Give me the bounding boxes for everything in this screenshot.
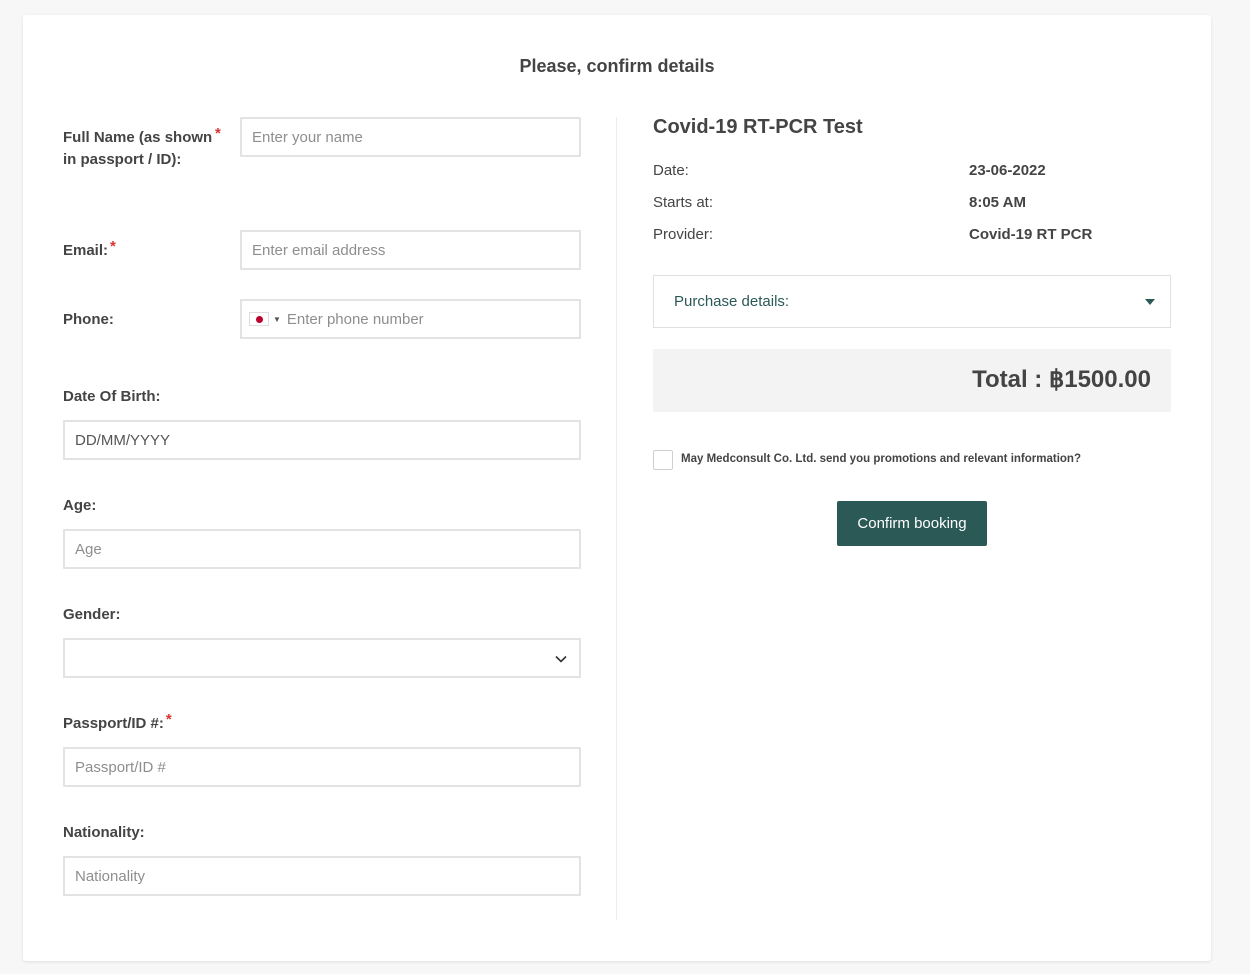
passport-input[interactable] [63, 747, 581, 787]
full-name-input[interactable] [240, 117, 581, 157]
email-required-mark: * [110, 238, 116, 255]
chevron-down-icon [555, 655, 567, 663]
gender-label: Gender: [63, 606, 121, 623]
full-name-required-mark: * [215, 125, 221, 142]
japan-flag-icon[interactable] [249, 312, 269, 326]
email-input[interactable] [240, 230, 581, 270]
passport-required-mark: * [165, 711, 172, 728]
email-label-text: Email: [63, 242, 109, 259]
dob-label: Date Of Birth: [63, 388, 161, 405]
caret-down-icon[interactable]: ▼ [273, 315, 281, 324]
age-label: Age: [63, 497, 97, 514]
phone-label: Phone: [63, 311, 114, 328]
booking-card: Please, confirm details Full Name (as sh… [23, 15, 1211, 961]
phone-field: ▼ [240, 299, 581, 339]
service-title: Covid-19 RT-PCR Test [653, 116, 863, 138]
age-input[interactable] [63, 529, 581, 569]
confirm-booking-button[interactable]: Confirm booking [837, 501, 987, 546]
detail-value-provider: Covid-19 RT PCR [969, 226, 1093, 243]
purchase-details-label: Purchase details: [674, 293, 790, 310]
phone-input[interactable] [286, 301, 579, 337]
detail-value-date: 23-06-2022 [969, 162, 1046, 179]
nationality-label: Nationality: [63, 824, 145, 841]
passport-label: Passport/ID #: * [63, 711, 172, 735]
detail-value-start: 8:05 AM [969, 194, 1026, 211]
total-box: Total : ฿1500.00 [653, 349, 1171, 412]
nationality-input[interactable] [63, 856, 581, 896]
full-name-label: Full Name (as shown in passport / ID): [63, 129, 213, 168]
purchase-details-toggle[interactable]: Purchase details: [653, 275, 1171, 328]
total-amount: Total : ฿1500.00 [972, 366, 1151, 393]
column-divider [616, 117, 617, 920]
promo-consent-text: May Medconsult Co. Ltd. send you promoti… [681, 453, 1081, 465]
caret-down-icon [1145, 299, 1155, 305]
dob-input[interactable] [63, 420, 581, 460]
detail-key-date: Date: [653, 162, 689, 179]
passport-label-text: Passport/ID #: [63, 715, 164, 732]
detail-key-provider: Provider: [653, 226, 714, 243]
gender-select[interactable] [63, 638, 581, 678]
detail-key-start: Starts at: [653, 194, 714, 211]
promo-consent-checkbox[interactable] [653, 450, 673, 470]
email-label: Email: * [63, 238, 116, 262]
page-title: Please, confirm details [519, 56, 715, 76]
